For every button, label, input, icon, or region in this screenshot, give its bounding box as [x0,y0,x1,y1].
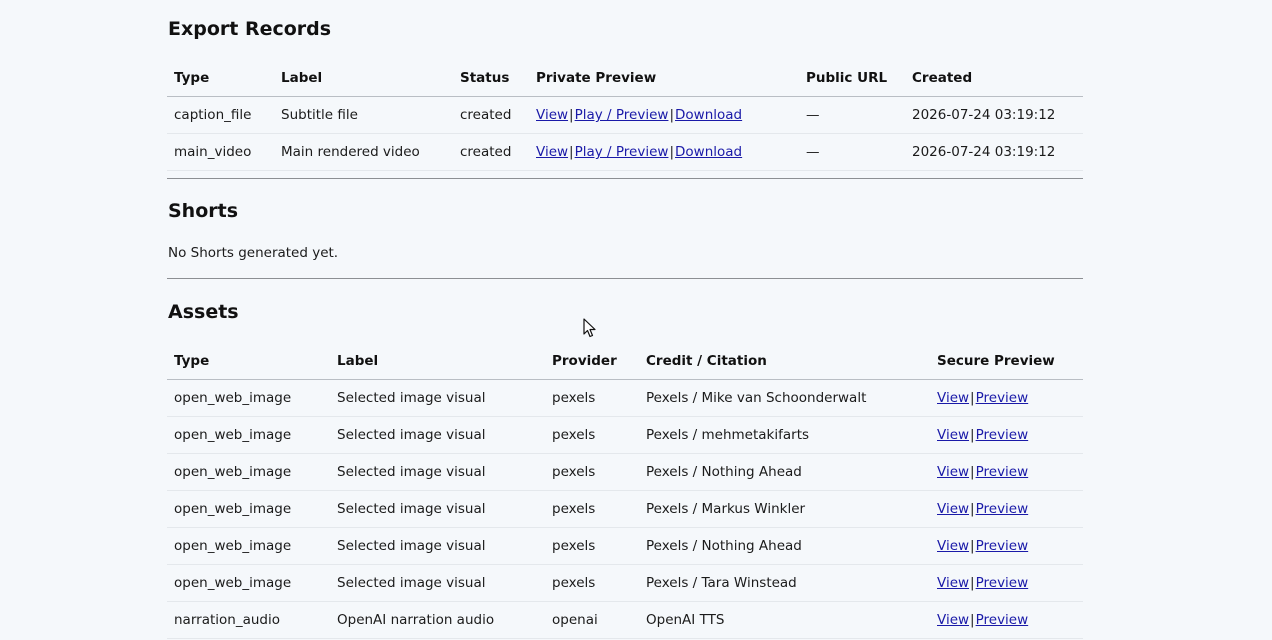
cell-type: main_video [167,133,274,171]
assets-table: Type Label Provider Credit / Citation Se… [167,343,1083,639]
cell-secure-preview: View|Preview [930,490,1083,528]
table-row: open_web_image Selected image visual pex… [167,379,1083,417]
assets-header-row: Type Label Provider Credit / Citation Se… [167,343,1083,380]
cell-type: caption_file [167,96,274,134]
cell-type: open_web_image [167,379,330,417]
view-link[interactable]: View [937,575,969,591]
cell-public-url: — [799,96,905,134]
cell-label: Selected image visual [330,453,545,491]
preview-link[interactable]: Preview [976,538,1029,554]
cell-credit: Pexels / Nothing Ahead [639,453,930,491]
cell-label: Selected image visual [330,564,545,602]
column-header-label: Label [330,343,545,380]
column-header-status: Status [453,60,529,97]
cell-status: created [453,96,529,134]
download-link[interactable]: Download [675,107,742,123]
view-link[interactable]: View [937,538,969,554]
section-divider [167,278,1083,279]
cell-created: 2026-07-24 03:19:12 [905,133,1083,171]
preview-link[interactable]: Preview [976,464,1029,480]
cell-credit: Pexels / Markus Winkler [639,490,930,528]
cell-status: created [453,133,529,171]
table-row: main_video Main rendered video created V… [167,133,1083,171]
table-row: open_web_image Selected image visual pex… [167,490,1083,528]
column-header-label: Label [274,60,453,97]
table-row: open_web_image Selected image visual pex… [167,564,1083,602]
shorts-title: Shorts [168,200,239,222]
table-row: narration_audio OpenAI narration audio o… [167,601,1083,639]
download-link[interactable]: Download [675,144,742,160]
cell-created: 2026-07-24 03:19:12 [905,96,1083,134]
cell-secure-preview: View|Preview [930,564,1083,602]
cell-credit: OpenAI TTS [639,601,930,639]
view-link[interactable]: View [937,612,969,628]
cell-secure-preview: View|Preview [930,527,1083,565]
table-row: open_web_image Selected image visual pex… [167,453,1083,491]
cell-private-preview: View|Play / Preview|Download [529,96,799,134]
cell-label: Selected image visual [330,379,545,417]
cell-label: Selected image visual [330,416,545,454]
export-records-title: Export Records [168,18,332,40]
cell-provider: openai [545,601,639,639]
assets-title: Assets [168,301,239,323]
column-header-secure-preview: Secure Preview [930,343,1083,380]
view-link[interactable]: View [536,144,568,160]
preview-link[interactable]: Preview [976,501,1029,517]
column-header-created: Created [905,60,1083,97]
table-row: open_web_image Selected image visual pex… [167,527,1083,565]
view-link[interactable]: View [937,427,969,443]
cell-label: OpenAI narration audio [330,601,545,639]
table-row: caption_file Subtitle file created View|… [167,96,1083,134]
cell-public-url: — [799,133,905,171]
column-header-public-url: Public URL [799,60,905,97]
cell-credit: Pexels / Nothing Ahead [639,527,930,565]
play-preview-link[interactable]: Play / Preview [575,144,669,160]
cell-type: open_web_image [167,416,330,454]
view-link[interactable]: View [937,501,969,517]
column-header-credit: Credit / Citation [639,343,930,380]
preview-link[interactable]: Preview [976,575,1029,591]
cell-type: open_web_image [167,527,330,565]
cell-type: narration_audio [167,601,330,639]
cell-secure-preview: View|Preview [930,453,1083,491]
cell-provider: pexels [545,490,639,528]
cell-label: Subtitle file [274,96,453,134]
cell-secure-preview: View|Preview [930,601,1083,639]
cell-type: open_web_image [167,490,330,528]
export-records-table: Type Label Status Private Preview Public… [167,60,1083,171]
cell-secure-preview: View|Preview [930,379,1083,417]
view-link[interactable]: View [536,107,568,123]
preview-link[interactable]: Preview [976,390,1029,406]
preview-link[interactable]: Preview [976,427,1029,443]
cell-provider: pexels [545,453,639,491]
column-header-provider: Provider [545,343,639,380]
view-link[interactable]: View [937,390,969,406]
cell-provider: pexels [545,379,639,417]
cell-credit: Pexels / Tara Winstead [639,564,930,602]
view-link[interactable]: View [937,464,969,480]
cell-type: open_web_image [167,564,330,602]
cell-label: Selected image visual [330,527,545,565]
cell-secure-preview: View|Preview [930,416,1083,454]
cell-type: open_web_image [167,453,330,491]
column-header-type: Type [167,60,274,97]
cell-credit: Pexels / mehmetakifarts [639,416,930,454]
column-header-type: Type [167,343,330,380]
cell-private-preview: View|Play / Preview|Download [529,133,799,171]
cell-provider: pexels [545,527,639,565]
column-header-private-preview: Private Preview [529,60,799,97]
table-row: open_web_image Selected image visual pex… [167,416,1083,454]
cell-credit: Pexels / Mike van Schoonderwalt [639,379,930,417]
export-records-header-row: Type Label Status Private Preview Public… [167,60,1083,97]
mouse-cursor-icon [583,318,596,338]
cell-provider: pexels [545,416,639,454]
cell-label: Main rendered video [274,133,453,171]
play-preview-link[interactable]: Play / Preview [575,107,669,123]
section-divider [167,178,1083,179]
cell-provider: pexels [545,564,639,602]
shorts-empty-message: No Shorts generated yet. [168,245,339,261]
preview-link[interactable]: Preview [976,612,1029,628]
cell-label: Selected image visual [330,490,545,528]
